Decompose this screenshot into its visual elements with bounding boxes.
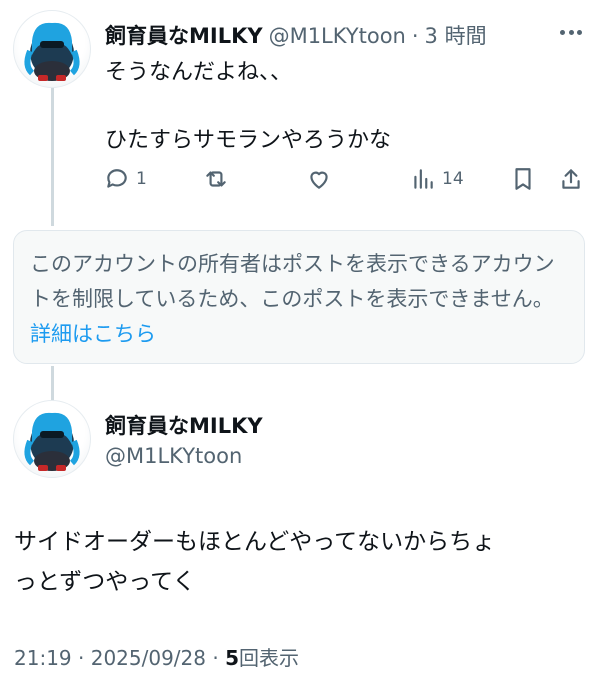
main-text-line1: サイドオーダーもほとんどやってないからちょ [14,529,496,555]
learn-more-link[interactable]: 詳細はこちら [30,322,156,346]
share-icon [562,169,580,189]
bookmark-button[interactable] [510,166,536,192]
notice-text: このアカウントの所有者はポストを表示できるアカウントを制限しているため、このポス… [30,252,555,311]
views-button[interactable]: 14 [410,166,464,192]
main-avatar[interactable] [13,400,91,478]
views-count: 14 [442,169,464,189]
reply-header: 飼育員なMILKY @M1LKYtoon · 3 時間 [105,20,487,50]
avatar-image [24,412,80,471]
repost-icon [206,171,226,187]
bookmark-icon [515,168,531,190]
separator: · [411,24,419,48]
avatar[interactable] [13,10,91,88]
more-options-icon[interactable] [560,30,582,38]
reply-icon [107,169,127,188]
main-display-name[interactable]: 飼育員なMILKY [105,410,263,440]
analytics-icon [414,169,433,189]
reply-button[interactable]: 1 [104,166,147,192]
main-handle[interactable]: @M1LKYtoon [105,444,242,468]
share-button[interactable] [558,166,584,192]
display-name[interactable]: 飼育員なMILKY [105,20,263,50]
post-views-label: 回表示 [239,646,299,670]
post-meta: 21:19 · 2025/09/28 · 5回表示 [14,646,299,670]
handle[interactable]: @M1LKYtoon [269,24,406,48]
post-date[interactable]: 2025/09/28 [91,646,206,670]
thread-line-lower [51,366,54,402]
post-time[interactable]: 21:19 [14,646,72,670]
restricted-post-notice: このアカウントの所有者はポストを表示できるアカウントを制限しているため、このポス… [13,230,585,364]
repost-button[interactable] [203,166,235,192]
post-views-count: 5 [225,646,239,670]
main-text-line2: っとずつやってく [14,569,196,595]
heart-icon [310,171,328,189]
thread-line [51,86,54,226]
reply-count: 1 [136,169,147,189]
timestamp[interactable]: 3 時間 [425,20,487,50]
reply-text-line2: ひたすらサモランやろうかな [105,128,392,153]
reply-text-line1: そうなんだよね、、 [105,60,293,85]
like-button[interactable] [306,166,338,192]
avatar-image [24,22,80,81]
